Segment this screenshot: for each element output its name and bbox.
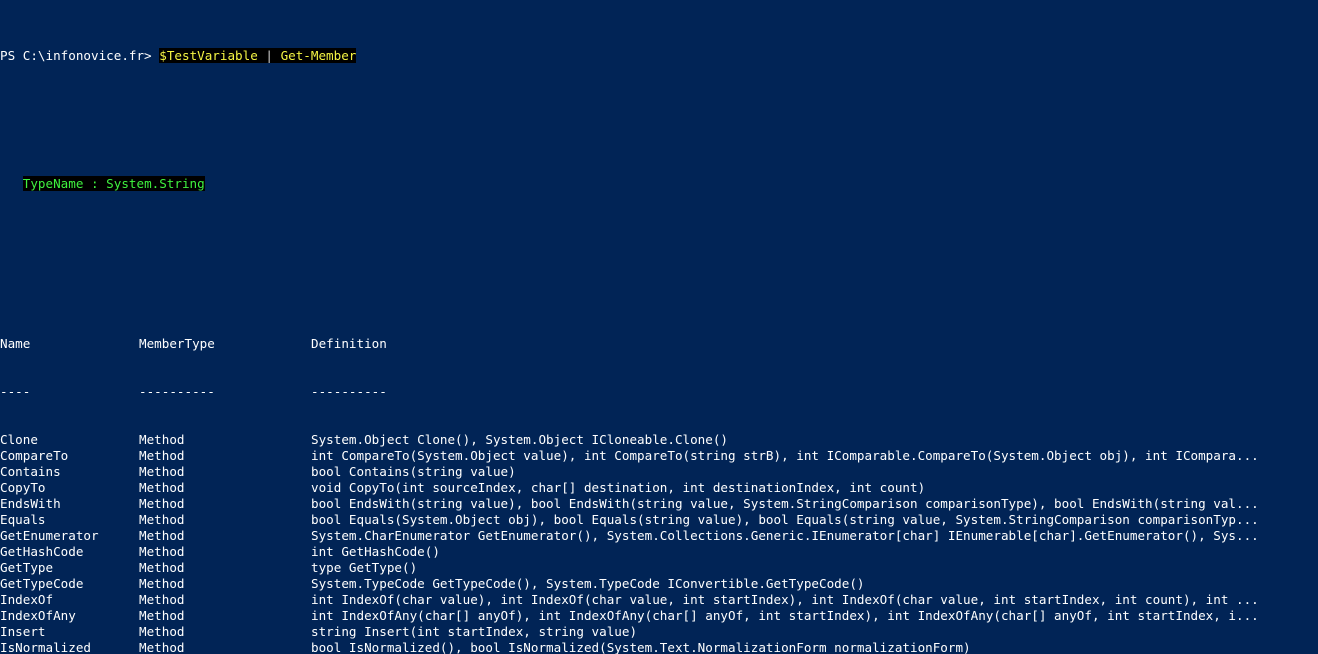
cell-name: IndexOf: [0, 592, 54, 607]
table-header-row: Name MemberType Definition: [0, 336, 1318, 352]
cell-definition: int IndexOf(char value), int IndexOf(cha…: [311, 592, 1259, 607]
cell-name: Insert: [0, 624, 46, 639]
table-row: GetHashCode Method int GetHashCode(): [0, 544, 1318, 560]
cell-membertype: Method: [139, 592, 185, 607]
cell-name: GetEnumerator: [0, 528, 99, 543]
table-rows-host: Clone Method System.Object Clone(), System…: [0, 432, 1318, 654]
table-row: CopyTo Method void CopyTo(int sourceIndex,…: [0, 480, 1318, 496]
cell-name: CompareTo: [0, 448, 69, 463]
header-definition: Definition: [311, 336, 387, 351]
cell-membertype: Method: [139, 544, 185, 559]
underline-definition: ----------: [311, 384, 387, 399]
table-row: GetEnumerator Method System.CharEnumerator…: [0, 528, 1318, 544]
table-row: Contains Method bool Contains(string value…: [0, 464, 1318, 480]
cell-name: GetType: [0, 560, 54, 575]
underline-name: ----: [0, 384, 31, 399]
cell-definition: bool Equals(System.Object obj), bool Equ…: [311, 512, 1259, 527]
cell-definition: int IndexOfAny(char[] anyOf), int IndexO…: [311, 608, 1259, 623]
cell-membertype: Method: [139, 608, 185, 623]
cell-name: Equals: [0, 512, 46, 527]
cell-definition: System.CharEnumerator GetEnumerator(), S…: [311, 528, 1259, 543]
table-row: Insert Method string Insert(int startIndex…: [0, 624, 1318, 640]
table-row: GetTypeCode Method System.TypeCode GetType…: [0, 576, 1318, 592]
prompt-line: PS C:\infonovice.fr> $TestVariable | Get…: [0, 48, 1318, 64]
table-row: Equals Method bool Equals(System.Object ob…: [0, 512, 1318, 528]
cell-membertype: Method: [139, 448, 185, 463]
header-membertype: MemberType: [139, 336, 215, 351]
cell-definition: bool Contains(string value): [311, 464, 516, 479]
table-row: IsNormalized Method bool IsNormalized(), b…: [0, 640, 1318, 654]
typename-line: TypeName : System.String: [0, 176, 1318, 192]
cell-membertype: Method: [139, 576, 185, 591]
cell-name: GetTypeCode: [0, 576, 84, 591]
table-row: GetType Method type GetType(): [0, 560, 1318, 576]
table-row: Clone Method System.Object Clone(), System…: [0, 432, 1318, 448]
cell-definition: System.TypeCode GetTypeCode(), System.Ty…: [311, 576, 865, 591]
table-row: EndsWith Method bool EndsWith(string value…: [0, 496, 1318, 512]
cell-membertype: Method: [139, 640, 185, 654]
cell-membertype: Method: [139, 432, 185, 447]
cell-definition: int GetHashCode(): [311, 544, 440, 559]
cell-definition: void CopyTo(int sourceIndex, char[] dest…: [311, 480, 926, 495]
powershell-console[interactable]: PS C:\infonovice.fr> $TestVariable | Get…: [0, 0, 1318, 654]
cell-definition: bool EndsWith(string value), bool EndsWi…: [311, 496, 1259, 511]
cell-name: CopyTo: [0, 480, 46, 495]
cell-definition: int CompareTo(System.Object value), int …: [311, 448, 1259, 463]
cell-name: Contains: [0, 464, 61, 479]
cell-definition: System.Object Clone(), System.Object ICl…: [311, 432, 729, 447]
command-variable: $TestVariable: [159, 48, 266, 63]
cell-name: Clone: [0, 432, 38, 447]
cell-definition: string Insert(int startIndex, string val…: [311, 624, 638, 639]
cell-definition: bool IsNormalized(), bool IsNormalized(S…: [311, 640, 971, 654]
table-underline-row: ---- ---------- ----------: [0, 384, 1318, 400]
table-row: IndexOfAny Method int IndexOfAny(char[] an…: [0, 608, 1318, 624]
cell-name: GetHashCode: [0, 544, 84, 559]
cell-name: EndsWith: [0, 496, 61, 511]
cell-membertype: Method: [139, 624, 185, 639]
prompt-path: PS C:\infonovice.fr>: [0, 48, 160, 63]
typename-text: TypeName : System.String: [22, 176, 205, 191]
cell-name: IsNormalized: [0, 640, 91, 654]
cell-definition: type GetType(): [311, 560, 418, 575]
cell-membertype: Method: [139, 528, 185, 543]
cell-membertype: Method: [139, 496, 185, 511]
underline-membertype: ----------: [139, 384, 215, 399]
cell-membertype: Method: [139, 464, 185, 479]
cell-membertype: Method: [139, 512, 185, 527]
header-name: Name: [0, 336, 31, 351]
typename-indent: [0, 176, 23, 191]
table-row: CompareTo Method int CompareTo(System.Obje…: [0, 448, 1318, 464]
command-pipe: |: [265, 48, 281, 63]
cell-name: IndexOfAny: [0, 608, 76, 623]
cell-membertype: Method: [139, 560, 185, 575]
cell-membertype: Method: [139, 480, 185, 495]
command-cmdlet: Get-Member: [280, 48, 357, 63]
table-row: IndexOf Method int IndexOf(char value), in…: [0, 592, 1318, 608]
member-table: Name MemberType Definition ---- ---------- -…: [0, 304, 1318, 654]
